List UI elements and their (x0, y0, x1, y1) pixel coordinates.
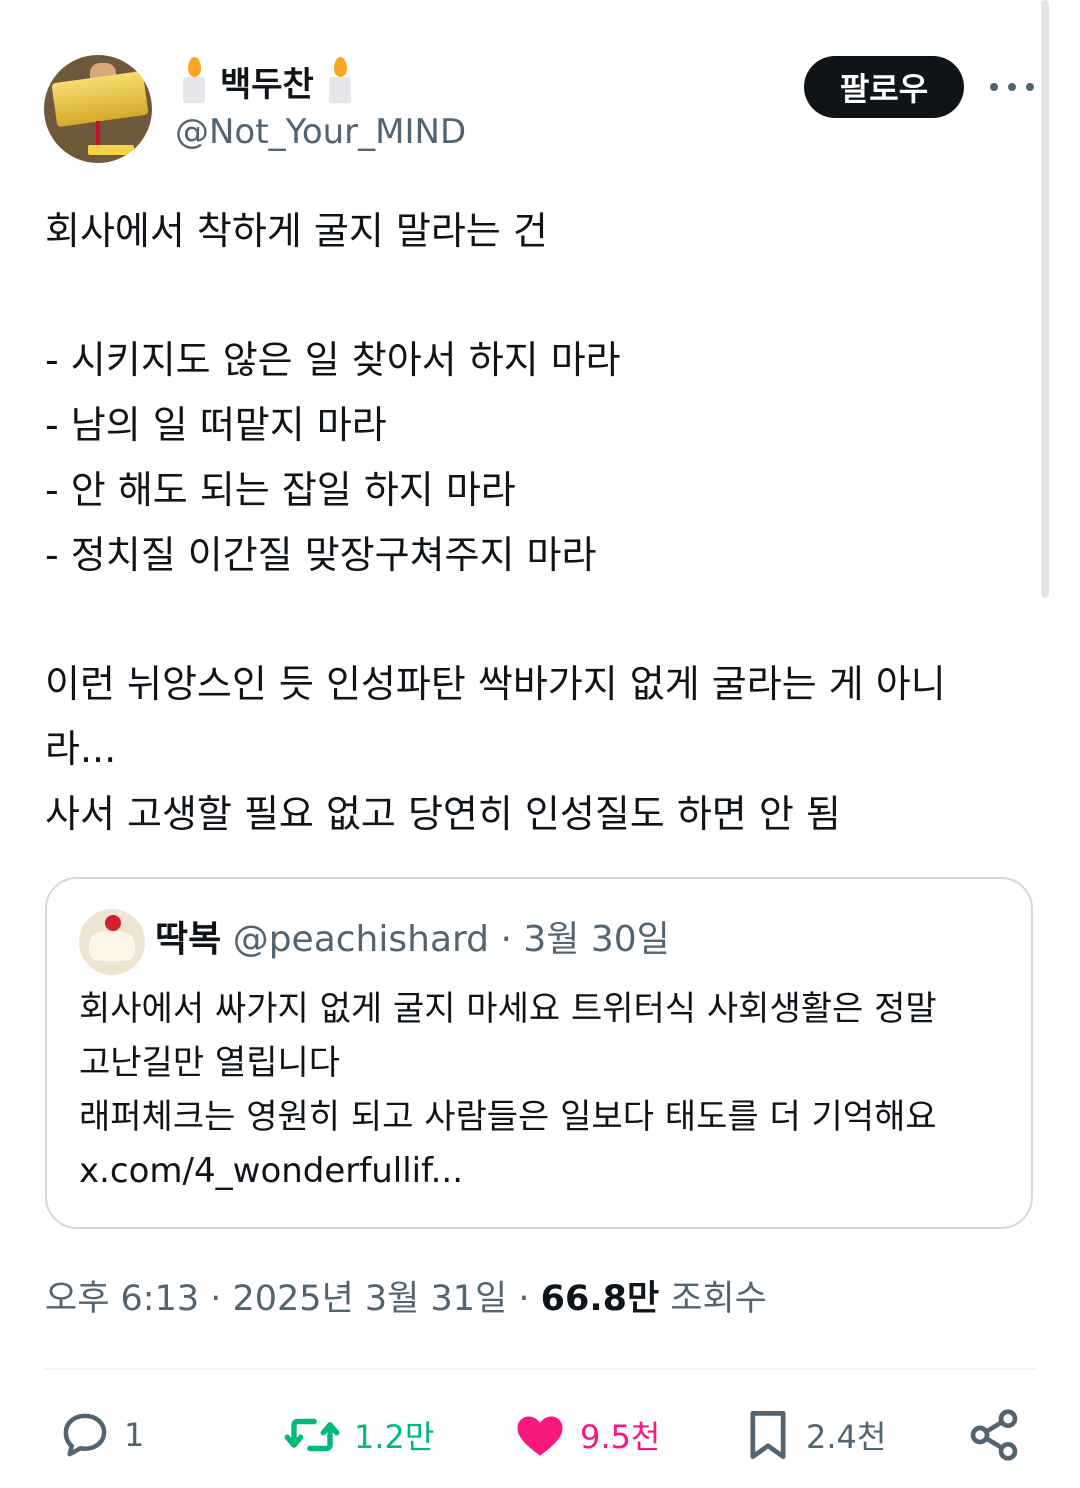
quoted-tweet-card[interactable]: 딱복 @peachishard · 3월 30일 회사에서 싸가지 없게 굴지 … (45, 877, 1033, 1229)
avatar-caption (88, 145, 134, 155)
bookmark-button[interactable]: 2.4천 (742, 1400, 886, 1470)
heart-icon (517, 1416, 563, 1456)
retweet-count: 1.2만 (354, 1418, 435, 1456)
share-button[interactable] (966, 1400, 1022, 1470)
quoted-tweet-header: 딱복 @peachishard · 3월 30일 (155, 917, 670, 963)
candle-icon (178, 57, 210, 105)
tweet-text-line: - 남의 일 떠맡지 마라 (45, 403, 387, 447)
quoted-text-line: 래퍼체크는 영원히 되고 사람들은 일보다 태도를 더 기억해요 (79, 1097, 937, 1137)
tweet-timestamp[interactable]: 오후 6:13 · 2025년 3월 31일 · (45, 1279, 541, 1319)
quoted-text-line: 고난길만 열립니다 (79, 1043, 341, 1083)
tweet-text-line: 이런 뉘앙스인 듯 인성파탄 싹바가지 없게 굴라는 게 아니 (45, 662, 946, 706)
tweet-text-line: 사서 고생할 필요 없고 당연히 인성질도 하면 안 됨 (45, 792, 841, 836)
quoted-text-line: 회사에서 싸가지 없게 굴지 마세요 트위터식 사회생활은 정말 (79, 989, 937, 1029)
retweet-icon (284, 1418, 340, 1452)
follow-button[interactable]: 팔로우 (804, 56, 964, 118)
bookmark-count: 2.4천 (806, 1418, 887, 1456)
tweet-meta: 오후 6:13 · 2025년 3월 31일 · 66.8만 조회수 (45, 1276, 767, 1322)
author-name-row[interactable]: 백두찬 (178, 56, 356, 106)
author-avatar[interactable] (44, 55, 152, 163)
tweet-text-line: 회사에서 착하게 굴지 말라는 건 (45, 209, 548, 253)
more-options-icon[interactable] (990, 70, 1034, 104)
quoted-tweet-date: · 3월 30일 (500, 919, 670, 960)
tweet-text-line: 라... (45, 727, 117, 771)
avatar-gold-bar (51, 70, 149, 128)
views-label: 조회수 (659, 1279, 767, 1319)
candle-icon (324, 57, 356, 105)
avatar-arrow (96, 121, 100, 147)
share-icon (970, 1409, 1018, 1461)
author-display-name[interactable]: 백두찬 (220, 57, 314, 106)
tweet-text-line: - 안 해도 되는 잡일 하지 마라 (45, 468, 516, 512)
scrollbar[interactable] (1041, 0, 1049, 598)
quoted-author-name[interactable]: 딱복 (155, 919, 221, 960)
like-count: 9.5천 (580, 1418, 661, 1456)
author-handle[interactable]: @Not_Your_MIND (175, 112, 466, 152)
retweet-button[interactable]: 1.2만 (282, 1400, 434, 1470)
views-count: 66.8만 (540, 1279, 660, 1319)
like-button[interactable]: 9.5천 (512, 1400, 660, 1470)
tweet-text-line: - 시키지도 않은 일 찾아서 하지 마라 (45, 338, 621, 382)
quoted-link[interactable]: x.com/4_wonderfullif... (79, 1149, 463, 1193)
bookmark-icon (750, 1410, 786, 1460)
reply-button[interactable]: 1 (58, 1400, 144, 1470)
quoted-author-avatar[interactable] (79, 909, 145, 975)
tweet-text-line: - 정치질 이간질 맞장구쳐주지 마라 (45, 533, 597, 577)
quoted-author-handle[interactable]: @peachishard (233, 919, 489, 960)
reply-count: 1 (124, 1416, 145, 1454)
divider (45, 1368, 1035, 1370)
reply-icon (63, 1413, 107, 1457)
